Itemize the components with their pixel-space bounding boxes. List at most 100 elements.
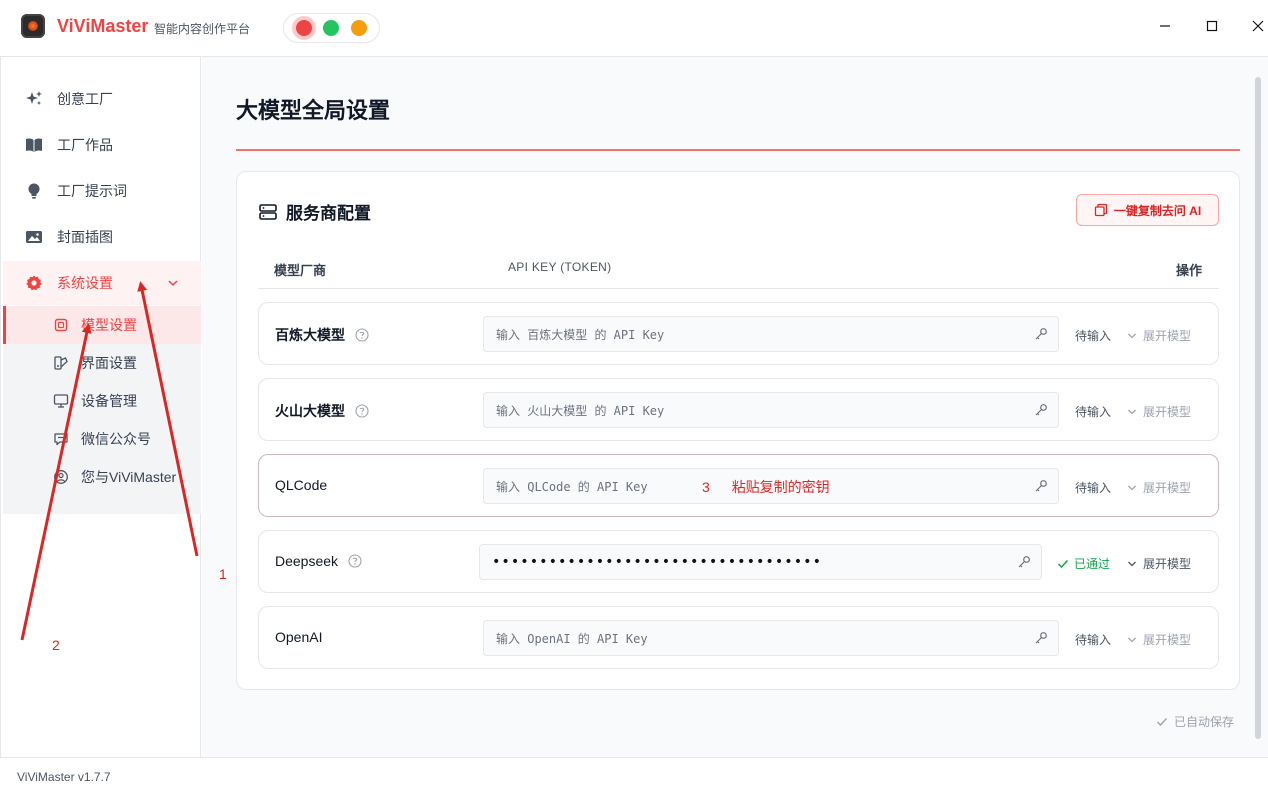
- annotation-paste-hint: 3 粘贴复制的密钥: [702, 479, 830, 495]
- maximize-icon: [1206, 20, 1218, 32]
- annotation-label-1: 1: [219, 566, 227, 582]
- provider-row-deepseek: Deepseek •••••••••••••••••••••••••••••••…: [258, 530, 1219, 593]
- check-icon: [1057, 558, 1069, 570]
- sidebar-item-label: 工厂作品: [57, 137, 113, 153]
- chevron-down-icon: [1127, 635, 1137, 645]
- provider-name: QLCode: [275, 477, 328, 493]
- sidebar-subitem-about[interactable]: 您与ViViMaster: [3, 458, 201, 496]
- key-icon[interactable]: [1034, 631, 1048, 645]
- lightbulb-icon: [25, 182, 43, 200]
- sidebar-item-cover-illustration[interactable]: 封面插图: [3, 215, 201, 259]
- palette-icon: [53, 355, 69, 371]
- traffic-lights: [283, 13, 380, 43]
- sidebar-subitem-wechat-official[interactable]: 微信公众号: [3, 420, 201, 458]
- key-icon[interactable]: [1034, 403, 1048, 417]
- image-icon: [25, 228, 43, 246]
- provider-name: 百炼大模型: [275, 325, 369, 345]
- api-key-input-deepseek[interactable]: •••••••••••••••••••••••••••••••••••: [479, 544, 1042, 580]
- provider-row-volcano: 火山大模型 输入 火山大模型 的 API Key 待输入 展开模型: [258, 378, 1219, 441]
- provider-row-qlcode: QLCode 输入 QLCode 的 API Key 3 粘贴复制的密钥 待输入…: [258, 454, 1219, 517]
- sidebar-item-system-settings[interactable]: 系统设置: [3, 261, 201, 305]
- server-icon: [258, 202, 278, 222]
- chevron-down-icon[interactable]: [167, 276, 179, 292]
- expand-models-button[interactable]: 展开模型: [1127, 631, 1191, 648]
- status-badge-verified: 已通过: [1057, 555, 1110, 572]
- copy-icon: [1094, 203, 1108, 217]
- sidebar-subitem-label: 微信公众号: [81, 431, 151, 447]
- chevron-down-icon: [1127, 483, 1137, 493]
- close-button[interactable]: [1246, 16, 1268, 40]
- sidebar-subitem-device-management[interactable]: 设备管理: [3, 382, 201, 420]
- chip-icon: [53, 317, 69, 333]
- app-subtitle: 智能内容创作平台: [154, 22, 251, 36]
- help-circle-icon[interactable]: [348, 554, 362, 568]
- title-bar: ViViMaster 智能内容创作平台: [0, 0, 1268, 57]
- provider-name: 火山大模型: [275, 401, 369, 421]
- sidebar-item-creative-factory[interactable]: 创意工厂: [3, 77, 201, 121]
- status-badge: 待输入: [1075, 481, 1112, 495]
- provider-config-card: 服务商配置 一键复制去问 AI 模型厂商 API KEY (TOKEN) 操作 …: [236, 171, 1240, 690]
- key-icon[interactable]: [1034, 327, 1048, 341]
- sidebar-subitem-label: 界面设置: [81, 355, 137, 371]
- api-key-input-openai[interactable]: 输入 OpenAI 的 API Key: [483, 620, 1059, 656]
- column-header-api-key: API KEY (TOKEN): [508, 260, 612, 274]
- sidebar: 创意工厂 工厂作品 工厂提示词 封面插图 系统设置 模型设置 界面设置 设备管理…: [0, 57, 201, 757]
- app-name: ViViMaster: [57, 16, 149, 36]
- annotation-label-2: 2: [52, 637, 60, 653]
- help-circle-icon[interactable]: [355, 328, 369, 342]
- chat-icon: [53, 431, 69, 447]
- close-icon: [1252, 20, 1264, 32]
- help-circle-icon[interactable]: [355, 404, 369, 418]
- app-logo-icon: [21, 14, 45, 38]
- sidebar-item-label: 封面插图: [57, 229, 113, 245]
- sidebar-subitem-ui-settings[interactable]: 界面设置: [3, 344, 201, 382]
- expand-models-button[interactable]: 展开模型: [1127, 555, 1191, 572]
- sidebar-subitem-label: 模型设置: [81, 317, 137, 333]
- sidebar-item-factory-works[interactable]: 工厂作品: [3, 123, 201, 167]
- maximize-button[interactable]: [1200, 16, 1224, 40]
- footer: ViViMaster v1.7.7: [0, 757, 1268, 796]
- provider-name: OpenAI: [275, 629, 323, 645]
- expand-models-button[interactable]: 展开模型: [1127, 479, 1191, 496]
- title-divider: [236, 149, 1240, 151]
- green-dot-button[interactable]: [323, 20, 339, 36]
- page-title: 大模型全局设置: [236, 98, 391, 123]
- expand-models-button[interactable]: 展开模型: [1127, 403, 1191, 420]
- provider-name: Deepseek: [275, 553, 362, 569]
- api-key-input-volcano[interactable]: 输入 火山大模型 的 API Key: [483, 392, 1059, 428]
- monitor-icon: [53, 393, 69, 409]
- app-window: ViViMaster 智能内容创作平台 创意工厂 工厂作品 工厂提示词 封面插图…: [0, 0, 1268, 796]
- main-content: 大模型全局设置 服务商配置 一键复制去问 AI 模型厂商 API KEY (TO…: [202, 57, 1268, 757]
- red-dot-button[interactable]: [296, 20, 312, 36]
- system-settings-submenu: 模型设置 界面设置 设备管理 微信公众号 您与ViViMaster: [3, 306, 201, 514]
- gear-icon: [25, 274, 43, 292]
- column-header-action: 操作: [1176, 263, 1203, 278]
- sidebar-item-factory-prompts[interactable]: 工厂提示词: [3, 169, 201, 213]
- provider-row-openai: OpenAI 输入 OpenAI 的 API Key 待输入 展开模型: [258, 606, 1219, 669]
- key-icon[interactable]: [1017, 555, 1031, 569]
- column-header-vendor: 模型厂商: [274, 263, 327, 278]
- autosave-status: 已自动保存: [1156, 713, 1234, 730]
- provider-row-bailian: 百炼大模型 输入 百炼大模型 的 API Key 待输入 展开模型: [258, 302, 1219, 365]
- version-label: ViViMaster v1.7.7: [17, 770, 111, 784]
- scrollbar[interactable]: [1255, 77, 1261, 739]
- header-divider: [258, 288, 1219, 289]
- book-icon: [25, 136, 43, 154]
- minimize-button[interactable]: [1153, 16, 1177, 40]
- key-icon[interactable]: [1034, 479, 1048, 493]
- api-key-input-bailian[interactable]: 输入 百炼大模型 的 API Key: [483, 316, 1059, 352]
- copy-to-ai-label: 一键复制去问 AI: [1113, 203, 1202, 218]
- copy-to-ai-button[interactable]: 一键复制去问 AI: [1076, 194, 1219, 226]
- check-icon: [1156, 716, 1168, 728]
- sidebar-subitem-model-settings[interactable]: 模型设置: [3, 306, 201, 344]
- yellow-dot-button[interactable]: [351, 20, 367, 36]
- card-title: 服务商配置: [258, 199, 371, 224]
- sidebar-subitem-label: 您与ViViMaster: [81, 469, 177, 485]
- sidebar-item-label: 创意工厂: [57, 91, 113, 107]
- chevron-down-icon: [1127, 331, 1137, 341]
- chevron-down-icon: [1127, 407, 1137, 417]
- sidebar-item-label: 工厂提示词: [57, 183, 127, 199]
- expand-models-button[interactable]: 展开模型: [1127, 327, 1191, 344]
- status-badge: 待输入: [1075, 329, 1112, 343]
- status-badge: 待输入: [1075, 405, 1112, 419]
